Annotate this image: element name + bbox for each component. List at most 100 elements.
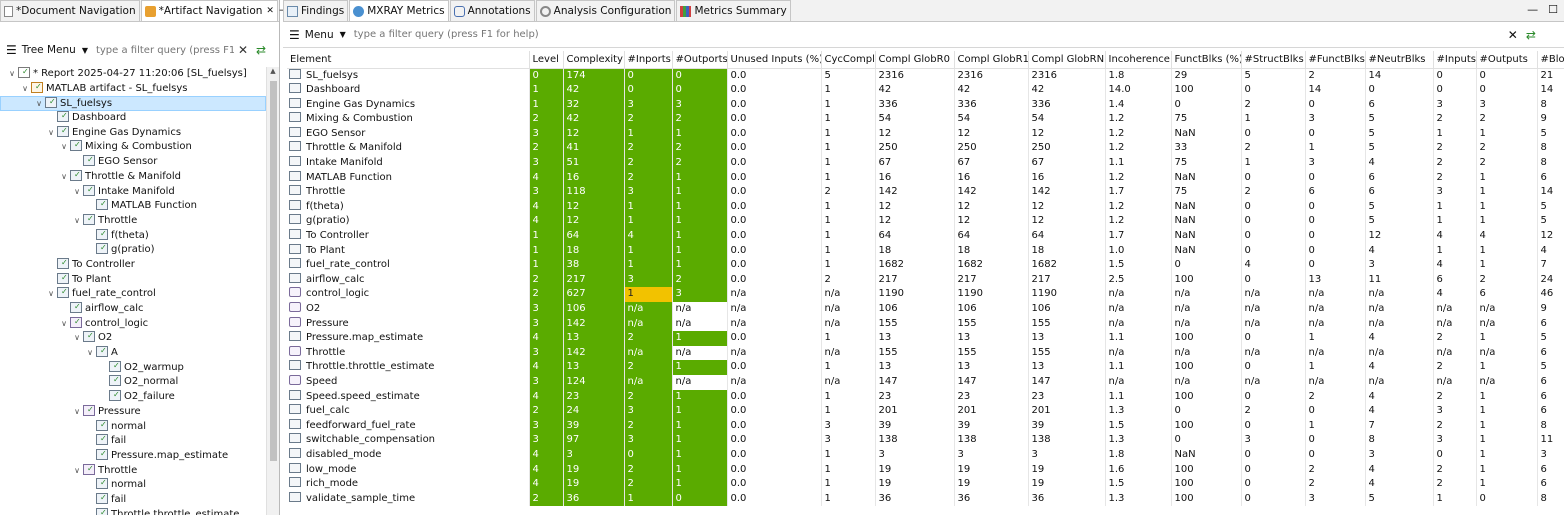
table-row[interactable]: switchable_compensation 3 97 3 1 0.0 3 138 138 13…	[287, 433, 1564, 448]
tree-item[interactable]: ∨ Throttle & Manifold	[0, 168, 266, 185]
clear-filter-icon[interactable]: ✕	[238, 43, 248, 57]
column-header[interactable]: CycCompl	[821, 51, 876, 69]
column-header[interactable]: #Outports	[672, 51, 728, 69]
tree-item[interactable]: ∨A	[0, 344, 266, 361]
chevron-down-icon[interactable]: ∨	[84, 346, 96, 361]
chevron-down-icon[interactable]: ∨	[71, 464, 83, 479]
tree-item[interactable]: fail	[0, 491, 266, 508]
clear-filter-icon[interactable]: ✕	[1508, 28, 1518, 42]
chevron-down-icon[interactable]: ∨	[33, 97, 45, 112]
tree-item[interactable]: ∨ O2	[0, 329, 266, 346]
tree-item[interactable]: ∨ Throttle	[0, 462, 266, 479]
column-header[interactable]: #NeutrBlks	[1365, 51, 1434, 69]
tree-item[interactable]: ∨ Mixing & Combustion	[0, 138, 266, 155]
column-header[interactable]: Compl GlobRN	[1028, 51, 1106, 69]
tree-scrollbar[interactable]: ▲	[266, 67, 279, 515]
table-row[interactable]: Mixing & Combustion 2 42 2 2 0.0 1 54 54 54 1.2 75 1…	[287, 112, 1564, 127]
column-header[interactable]: #Inputs	[1433, 51, 1477, 69]
table-row[interactable]: Throttle 3 142 n/a n/a n/a n/a 155 155 155 n/a n/a n…	[287, 345, 1564, 361]
table-row[interactable]: SL_fuelsys 0 174 0 0 0.0 5 2316 2316 2316 1.8 29 5 2 1…	[287, 68, 1564, 84]
table-row[interactable]: To Plant 1 18 1 1 0.0 1 18 18 18 1.0 NaN 0 0 4 1 1 4	[287, 243, 1564, 259]
column-header[interactable]: Element	[287, 51, 530, 69]
column-header[interactable]: Unused Inputs (%)	[727, 51, 822, 69]
table-row[interactable]: fuel_calc 2 24 3 1 0.0 1 201 201 201 1.3 0 2 0 4 3 1 6	[287, 404, 1564, 419]
tree-filter-input[interactable]	[95, 41, 234, 59]
chevron-down-icon[interactable]: ∨	[71, 185, 83, 200]
tab-analysis-configuration[interactable]: Analysis Configuration	[535, 0, 676, 21]
tab-annotations[interactable]: Annotations	[449, 0, 535, 21]
table-row[interactable]: O2 3 106 n/a n/a n/a n/a 106 106 106 n/a n/a n/a n/a n…	[287, 302, 1564, 317]
chevron-down-icon[interactable]: ∨	[58, 170, 70, 185]
table-row[interactable]: airflow_calc 2 217 3 2 0.0 2 217 217 217 2.5 100 0 13…	[287, 272, 1564, 288]
tab-document-navigation[interactable]: *Document Navigation	[0, 0, 140, 21]
tree-item[interactable]: normal	[0, 418, 266, 435]
tree-item[interactable]: normal	[0, 476, 266, 493]
tree-item[interactable]: airflow_calc	[0, 300, 266, 317]
table-row[interactable]: EGO Sensor 3 12 1 1 0.0 1 12 12 12 1.2 NaN 0 0 5 1 1 5	[287, 126, 1564, 142]
tree-item[interactable]: ∨ Engine Gas Dynamics	[0, 124, 266, 141]
column-header[interactable]: #StructBlks	[1241, 51, 1306, 69]
table-row[interactable]: Pressure.map_estimate 4 13 2 1 0.0 1 13 13 13 1.1 1…	[287, 331, 1564, 346]
tree-item[interactable]: ∨ MATLAB artifact - SL_fuelsys	[0, 80, 266, 97]
chevron-down-icon[interactable]: ∨	[6, 67, 18, 82]
tree-item[interactable]: To Plant	[0, 271, 266, 288]
tree-menu-button[interactable]: Tree Menu	[22, 44, 76, 56]
chevron-down-icon[interactable]: ∨	[45, 287, 57, 302]
tree-item[interactable]: ∨ control_logic	[0, 315, 266, 332]
tree-item[interactable]: g(pratio)	[0, 241, 266, 258]
chevron-down-icon[interactable]: ▼	[340, 30, 346, 39]
table-row[interactable]: Engine Gas Dynamics 1 32 3 3 0.0 1 336 336 336 1.4…	[287, 97, 1564, 113]
menu-button[interactable]: Menu	[305, 29, 334, 41]
column-header[interactable]: #Blocks	[1537, 51, 1564, 69]
chevron-down-icon[interactable]: ▼	[82, 46, 88, 55]
apply-filter-icon[interactable]: ⇄	[1526, 28, 1536, 42]
column-header[interactable]: Complexity	[563, 51, 625, 69]
scroll-up-icon[interactable]: ▲	[267, 67, 279, 79]
apply-filter-icon[interactable]: ⇄	[256, 43, 266, 57]
tree-item[interactable]: To Controller	[0, 256, 266, 273]
table-row[interactable]: fuel_rate_control 1 38 1 1 0.0 1 1682 1682 1682 1.…	[287, 258, 1564, 273]
table-row[interactable]: To Controller 1 64 4 1 0.0 1 64 64 64 1.7 NaN 0 0 12 4 4…	[287, 229, 1564, 244]
chevron-down-icon[interactable]: ∨	[71, 214, 83, 229]
tree-item[interactable]: fail	[0, 432, 266, 449]
tree-item[interactable]: O2_normal	[0, 373, 266, 390]
table-row[interactable]: Throttle 3 118 3 1 0.0 2 142 142 142 1.7 75 2 6 6 3 1 14	[287, 185, 1564, 200]
table-row[interactable]: f(theta) 4 12 1 1 0.0 1 12 12 12 1.2 NaN 0 0 5 1 1 5	[287, 199, 1564, 215]
table-row[interactable]: Pressure 3 142 n/a n/a n/a n/a 155 155 155 n/a n/a n…	[287, 316, 1564, 332]
tree-item[interactable]: O2_warmup	[0, 359, 266, 376]
column-header[interactable]: Incoherence	[1105, 51, 1172, 69]
table-row[interactable]: Speed 3 124 n/a n/a n/a n/a 147 147 147 n/a n/a n/a n…	[287, 374, 1564, 390]
table-row[interactable]: Throttle.throttle_estimate 4 13 2 1 0.0 1 13 13 1…	[287, 360, 1564, 375]
tree-item[interactable]: ∨ Intake Manifold	[0, 183, 266, 200]
table-row[interactable]: control_logic 2 627 1 3 n/a n/a 1190 1190 1190 n/a…	[287, 287, 1564, 302]
table-row[interactable]: feedforward_fuel_rate 3 39 2 1 0.0 3 39 39 39 1.5 1…	[287, 418, 1564, 434]
column-header[interactable]: #FunctBlks	[1305, 51, 1366, 69]
column-header[interactable]: #Outputs	[1476, 51, 1538, 69]
tree-item[interactable]: Pressure.map_estimate	[0, 447, 266, 464]
tab-artifact-navigation[interactable]: *Artifact Navigation ✕	[140, 0, 278, 21]
tree-item[interactable]: ∨ fuel_rate_control	[0, 285, 266, 302]
column-header[interactable]: #Inports	[624, 51, 673, 69]
metrics-filter-input[interactable]	[353, 25, 1504, 44]
chevron-down-icon[interactable]: ∨	[58, 140, 70, 155]
chevron-down-icon[interactable]: ∨	[71, 405, 83, 420]
table-row[interactable]: Speed.speed_estimate 4 23 2 1 0.0 1 23 23 23 1.1 10…	[287, 389, 1564, 405]
table-row[interactable]: disabled_mode 4 3 0 1 0.0 1 3 3 3 1.8 NaN 0 0 3 0 1 3	[287, 447, 1564, 463]
maximize-icon[interactable]: ☐	[1548, 3, 1558, 16]
hamburger-icon[interactable]: ☰	[6, 43, 17, 57]
table-row[interactable]: Dashboard 1 42 0 0 0.0 1 42 42 42 14.0 100 0 14 0 0 0 14	[287, 83, 1564, 98]
chevron-down-icon[interactable]: ∨	[19, 82, 31, 97]
table-row[interactable]: validate_sample_time 2 36 1 0 0.0 1 36 36 36 1.3 10…	[287, 491, 1564, 507]
tab-metrics-summary[interactable]: Metrics Summary	[676, 0, 791, 21]
hamburger-icon[interactable]: ☰	[289, 28, 300, 42]
tree-item[interactable]: MATLAB Function	[0, 197, 266, 214]
minimize-icon[interactable]: —	[1527, 3, 1538, 16]
table-row[interactable]: Intake Manifold 3 51 2 2 0.0 1 67 67 67 1.1 75 1 3 4 2 2…	[287, 156, 1564, 171]
tab-findings[interactable]: Findings	[283, 0, 349, 21]
column-header[interactable]: Level	[529, 51, 564, 69]
tree-item[interactable]: Throttle.throttle_estimate	[0, 506, 266, 515]
tree-item[interactable]: f(theta)	[0, 227, 266, 244]
close-icon[interactable]: ✕	[266, 6, 274, 16]
chevron-down-icon[interactable]: ∨	[45, 126, 57, 141]
tab-mxray-metrics[interactable]: MXRAY Metrics	[349, 0, 449, 21]
